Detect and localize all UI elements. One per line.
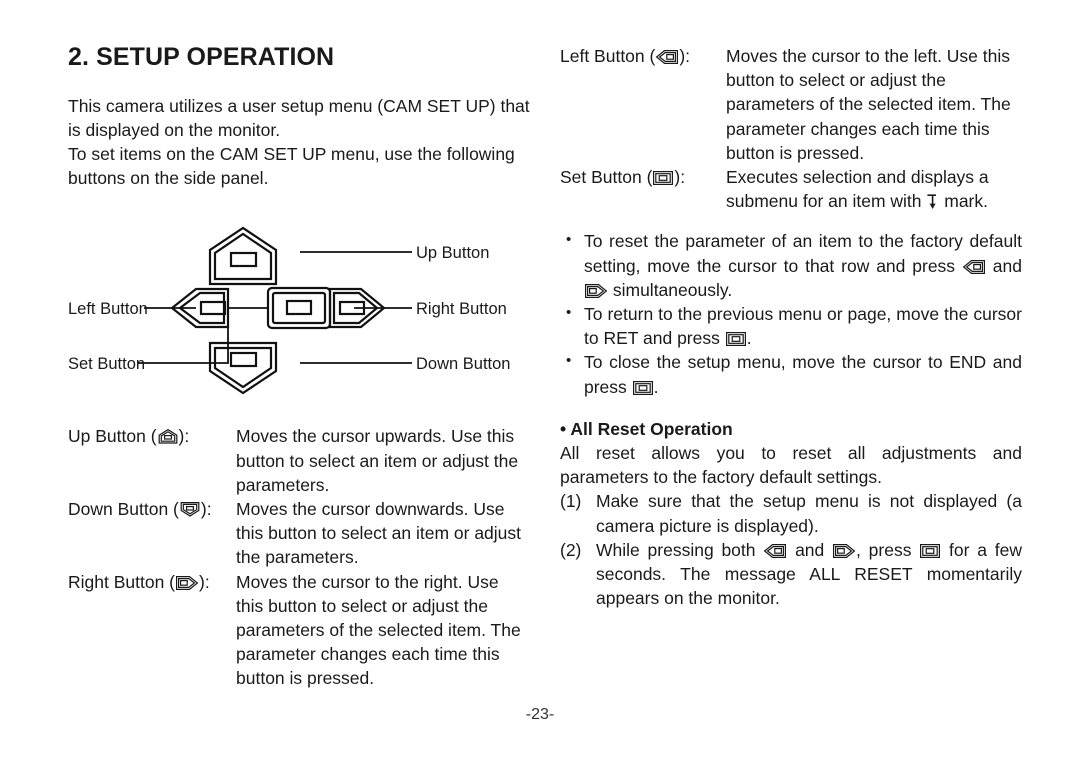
down-button-icon (179, 501, 201, 518)
step-text-part2: and (787, 539, 833, 560)
list-item: To close the setup menu, move the cursor… (560, 349, 1022, 398)
left-button-icon (655, 49, 679, 65)
diagram-label-left-button: Left Button (68, 300, 148, 319)
definition-term-up-button: Up Button (): (68, 424, 236, 448)
definition-left-button: Left Button (): Moves the cursor to the … (560, 44, 1022, 165)
list-item: To return to the previous menu or page, … (560, 301, 1022, 350)
step-number: (1) (560, 491, 582, 512)
bullet-text-part2: and (985, 255, 1023, 276)
document-page: 2. SETUP OPERATION This camera utilizes … (0, 0, 1080, 758)
right-button-definitions: Left Button (): Moves the cursor to the … (560, 44, 1022, 213)
diagram-label-set-button: Set Button (68, 355, 146, 374)
set-button-icon (725, 331, 747, 347)
definition-desc-part2: mark. (939, 191, 988, 212)
right-button-icon (175, 575, 199, 591)
left-button-definitions: Up Button (): Moves the cursor upwards. … (68, 424, 530, 690)
set-button-icon (652, 170, 674, 186)
definition-term-suffix: ): (200, 498, 212, 519)
bullet-text-part1: To reset the parameter of an item to the… (584, 231, 1022, 276)
right-button-icon (584, 283, 608, 299)
intro-paragraph-1: This camera utilizes a user setup menu (… (68, 95, 530, 140)
definition-term-left-button: Left Button (): (560, 44, 726, 68)
connector-set (138, 307, 268, 365)
set-button-icon (919, 543, 941, 559)
side-panel-button-diagram: Up Button Right Button Down Button Left … (68, 216, 530, 395)
list-item: (2) While pressing both and , press for a… (560, 538, 1022, 611)
left-button-icon (763, 543, 787, 559)
bullet-text-part2: . (746, 328, 752, 349)
list-item: (1) Make sure that the setup menu is not … (560, 489, 1022, 537)
definition-term-prefix: Set Button ( (560, 167, 653, 188)
definition-desc-down-button: Moves the cursor downwards. Use this but… (236, 498, 522, 568)
definition-set-button: Set Button (): Executes selection and di… (560, 165, 1022, 213)
definition-desc-left-button: Moves the cursor to the left. Use this b… (726, 46, 1011, 163)
diagram-up-button-outer (208, 226, 278, 286)
diagram-down-button-outer (208, 342, 278, 395)
definition-term-prefix: Left Button ( (560, 46, 656, 66)
list-item: To reset the parameter of an item to the… (560, 228, 1023, 302)
submenu-mark-icon (926, 193, 939, 210)
definition-term-suffix: ): (679, 46, 691, 66)
definition-right-button: Right Button (): Moves the cursor to the… (68, 570, 530, 691)
step-text-part1: While pressing both (596, 539, 764, 560)
step-text-part3: , press (856, 539, 920, 560)
definition-term-set-button: Set Button (): (560, 165, 726, 189)
diagram-up-button-led (229, 252, 258, 268)
all-reset-intro: All reset allows you to reset all adjust… (560, 443, 1022, 488)
definition-down-button: Down Button (): Moves the cursor downwar… (68, 497, 530, 570)
step-text: Make sure that the setup menu is not dis… (596, 491, 1022, 536)
bullet-text-part3: simultaneously. (608, 279, 733, 300)
left-column: 2. SETUP OPERATION This camera utilizes … (68, 43, 530, 691)
definition-term-prefix: Down Button ( (68, 498, 179, 519)
bullet-text-part2: . (653, 376, 659, 397)
definition-desc-right-button: Moves the cursor to the right. Use this … (236, 571, 521, 689)
right-column: Left Button (): Moves the cursor to the … (560, 44, 1022, 610)
definition-up-button: Up Button (): Moves the cursor upwards. … (68, 424, 530, 497)
diagram-down-button-led (229, 352, 258, 368)
definition-term-suffix: ): (178, 426, 190, 447)
all-reset-steps: (1) Make sure that the setup menu is not … (560, 489, 1022, 610)
diagram-set-button-inner (271, 292, 327, 325)
page-title: 2. SETUP OPERATION (68, 43, 335, 71)
definition-term-suffix: ): (199, 571, 210, 592)
page-number: -23- (525, 706, 555, 723)
right-button-icon (832, 543, 856, 559)
definition-desc-up-button: Moves the cursor upwards. Use this butto… (236, 426, 519, 495)
definition-term-prefix: Right Button ( (68, 571, 175, 592)
all-reset-heading: • All Reset Operation (560, 418, 733, 439)
bullet-text-part1: To return to the previous menu or page, … (584, 304, 1022, 349)
definition-term-down-button: Down Button (): (68, 497, 236, 521)
operation-notes-list: To reset the parameter of an item to the… (560, 228, 1023, 398)
definition-term-right-button: Right Button (): (68, 570, 236, 594)
definition-desc-set-button: Executes selection and displays a submen… (726, 165, 1022, 213)
step-number: (2) (560, 539, 582, 560)
diagram-left-button-led (199, 301, 227, 316)
definition-term-prefix: Up Button ( (68, 426, 157, 447)
intro-paragraph-2: To set items on the CAM SET UP menu, use… (68, 143, 515, 189)
left-button-icon (962, 259, 986, 275)
diagram-set-button-led (285, 300, 313, 316)
diagram-label-right-button: Right Button (416, 300, 507, 319)
diagram-label-up-button: Up Button (416, 244, 490, 263)
up-button-icon (157, 428, 179, 445)
definition-term-suffix: ): (674, 167, 686, 188)
set-button-icon (632, 380, 654, 396)
diagram-label-down-button: Down Button (416, 355, 511, 374)
